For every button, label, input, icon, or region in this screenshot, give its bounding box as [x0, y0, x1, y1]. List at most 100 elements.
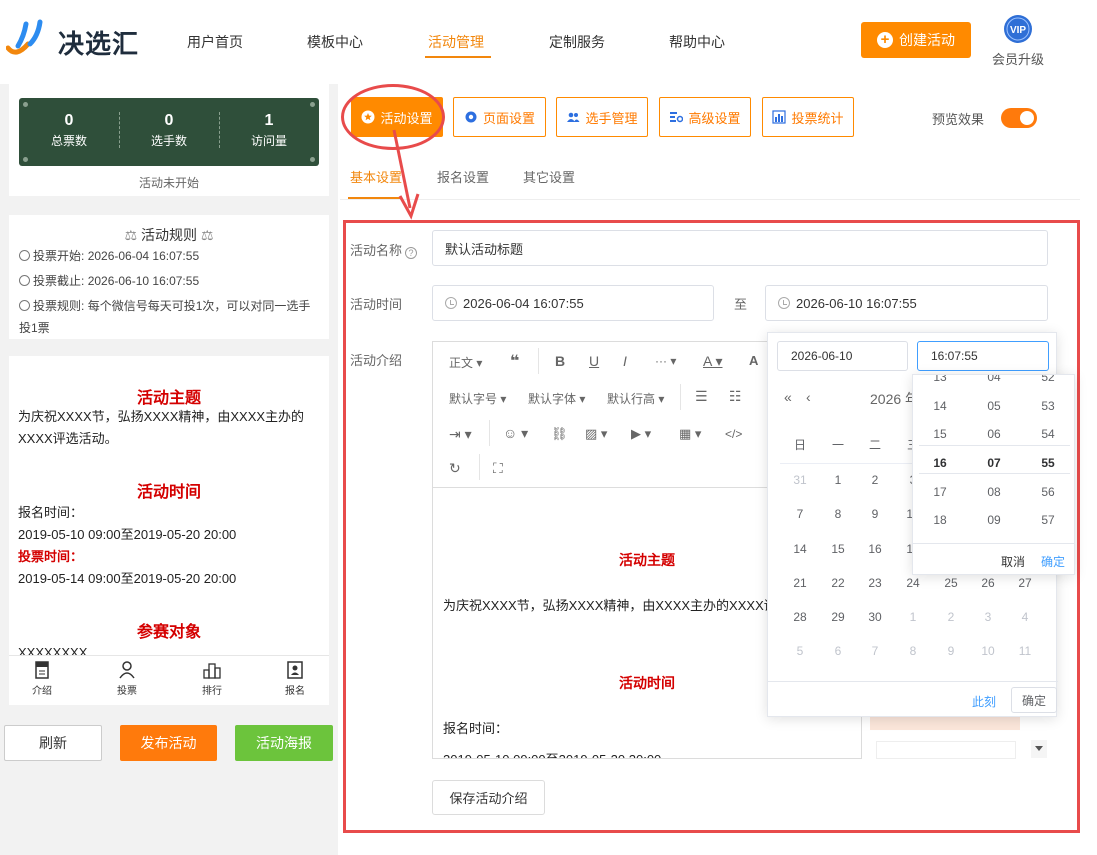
time-option[interactable]: 07	[967, 456, 1021, 470]
activity-poster-button[interactable]: 活动海报	[235, 725, 333, 761]
time-option[interactable]: 53	[1021, 399, 1074, 413]
time-option[interactable]: 55	[1021, 456, 1074, 470]
prev-year-icon[interactable]: «	[784, 389, 792, 405]
calendar-day[interactable]: 31	[783, 473, 817, 487]
publish-activity-button[interactable]: 发布活动	[120, 725, 217, 761]
time-option[interactable]: 18	[913, 513, 967, 527]
time-option[interactable]: 56	[1021, 485, 1074, 499]
help-icon[interactable]: ?	[405, 247, 418, 259]
calendar-day[interactable]: 22	[821, 576, 855, 590]
nav-template-center[interactable]: 模板中心	[307, 32, 363, 52]
calendar-day[interactable]: 6	[821, 644, 855, 658]
underline-icon[interactable]: U	[589, 353, 599, 369]
calendar-day[interactable]: 9	[934, 644, 968, 658]
picker-time-input[interactable]: 16:07:55	[917, 341, 1049, 371]
calendar-day[interactable]: 29	[821, 610, 855, 624]
calendar-day[interactable]: 15	[821, 542, 855, 556]
calendar-day[interactable]: 30	[858, 610, 892, 624]
calendar-day[interactable]: 14	[783, 542, 817, 556]
redo-icon[interactable]: ↻	[449, 460, 461, 477]
tool-contestant-management[interactable]: 选手管理	[556, 97, 648, 137]
picker-date-input[interactable]: 2026-06-10	[777, 341, 908, 371]
link-icon[interactable]: ⛓	[551, 426, 568, 442]
create-activity-button[interactable]: + 创建活动	[861, 22, 971, 58]
calendar-day[interactable]: 8	[896, 644, 930, 658]
picker-now-button[interactable]: 此刻	[972, 693, 996, 710]
tab-intro[interactable]: 介绍	[12, 660, 72, 697]
video-icon[interactable]: ▶ ▾	[631, 426, 651, 442]
calendar-day[interactable]: 1	[821, 473, 855, 487]
bold-icon[interactable]: B	[555, 353, 565, 369]
logo[interactable]: 决选汇	[6, 18, 146, 62]
nav-help-center[interactable]: 帮助中心	[669, 32, 725, 52]
font-family-select[interactable]: 默认字体 ▾	[528, 390, 585, 407]
time-option[interactable]: 14	[913, 399, 967, 413]
emoji-icon[interactable]: ☺ ▾	[503, 425, 528, 442]
time-option[interactable]: 05	[967, 399, 1021, 413]
font-size-select[interactable]: 默认字号 ▾	[449, 390, 506, 407]
calendar-day[interactable]: 3	[971, 610, 1005, 624]
time-option[interactable]: 08	[967, 485, 1021, 499]
calendar-day[interactable]: 23	[858, 576, 892, 590]
background-color-icon[interactable]: A	[749, 353, 758, 368]
vip-upgrade[interactable]: VIP 会员升级	[990, 14, 1046, 68]
tab-ranking[interactable]: 排行	[182, 660, 242, 697]
tab-vote[interactable]: 投票	[97, 660, 157, 697]
paragraph-select[interactable]: 正文 ▾	[449, 354, 482, 371]
time-confirm-button[interactable]: 确定	[1041, 553, 1065, 570]
calendar-day[interactable]: 1	[896, 610, 930, 624]
line-height-select[interactable]: 默认行高 ▾	[607, 390, 664, 407]
calendar-day[interactable]: 5	[783, 644, 817, 658]
fullscreen-icon[interactable]: ⛶	[493, 460, 503, 477]
subtab-other-settings[interactable]: 其它设置	[523, 167, 575, 186]
save-intro-button[interactable]: 保存活动介绍	[432, 780, 545, 815]
calendar-day[interactable]: 16	[858, 542, 892, 556]
bullet-list-icon[interactable]: ☰	[695, 388, 708, 405]
code-icon[interactable]: </>	[725, 427, 742, 441]
image-icon[interactable]: ▨ ▾	[585, 426, 607, 442]
italic-icon[interactable]: I	[623, 353, 627, 369]
time-option[interactable]: 09	[967, 513, 1021, 527]
calendar-day[interactable]: 28	[783, 610, 817, 624]
time-option[interactable]: 13	[913, 375, 967, 384]
subtab-signup-settings[interactable]: 报名设置	[437, 167, 489, 186]
indent-icon[interactable]: ⇥ ▾	[449, 426, 472, 443]
calendar-day[interactable]: 10	[971, 644, 1005, 658]
activity-name-input[interactable]: 默认活动标题	[432, 230, 1048, 266]
calendar-day[interactable]: 27	[1008, 576, 1042, 590]
preview-effect-toggle[interactable]	[1001, 108, 1037, 128]
tool-advanced-settings[interactable]: 高级设置	[659, 97, 751, 137]
calendar-day[interactable]: 2	[934, 610, 968, 624]
time-option[interactable]: 57	[1021, 513, 1074, 527]
time-option[interactable]: 52	[1021, 375, 1074, 384]
nav-activity-management[interactable]: 活动管理	[428, 32, 484, 52]
calendar-day[interactable]: 7	[858, 644, 892, 658]
scroll-down-arrow[interactable]	[1031, 740, 1047, 758]
time-option[interactable]: 06	[967, 427, 1021, 441]
prev-month-icon[interactable]: ‹	[806, 389, 811, 405]
table-icon[interactable]: ▦ ▾	[679, 426, 701, 442]
start-time-input[interactable]: 2026-06-04 16:07:55	[432, 285, 714, 321]
calendar-day[interactable]: 2	[858, 473, 892, 487]
calendar-day[interactable]: 24	[896, 576, 930, 590]
time-cancel-button[interactable]: 取消	[1001, 553, 1025, 570]
calendar-day[interactable]: 4	[1008, 610, 1042, 624]
tool-vote-statistics[interactable]: 投票统计	[762, 97, 854, 137]
numbered-list-icon[interactable]: ☷	[729, 388, 742, 405]
refresh-button[interactable]: 刷新	[4, 725, 102, 761]
end-time-input[interactable]: 2026-06-10 16:07:55	[765, 285, 1048, 321]
more-icon[interactable]: ··· ▾	[655, 354, 676, 368]
calendar-day[interactable]: 26	[971, 576, 1005, 590]
nav-custom-service[interactable]: 定制服务	[549, 32, 605, 52]
calendar-day[interactable]: 7	[783, 507, 817, 521]
time-option[interactable]: 15	[913, 427, 967, 441]
time-option[interactable]: 16	[913, 456, 967, 470]
calendar-day[interactable]: 21	[783, 576, 817, 590]
calendar-day[interactable]: 25	[934, 576, 968, 590]
calendar-day[interactable]: 11	[1008, 644, 1042, 658]
font-color-icon[interactable]: A ▾	[703, 353, 722, 370]
tool-page-settings[interactable]: 页面设置	[453, 97, 546, 137]
calendar-day[interactable]: 9	[858, 507, 892, 521]
tab-signup[interactable]: 报名	[265, 660, 325, 697]
quote-icon[interactable]: ❝	[510, 351, 519, 371]
